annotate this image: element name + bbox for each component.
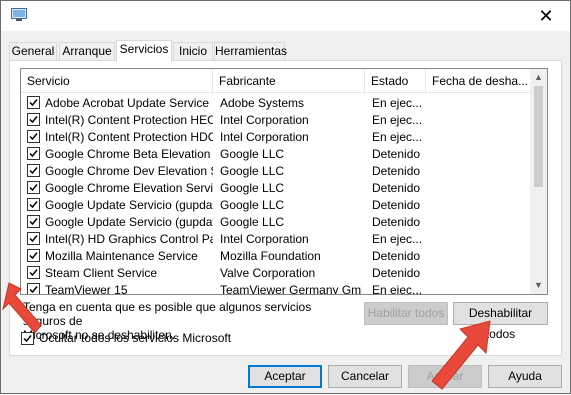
service-status: Detenido [372,215,421,229]
service-row[interactable]: Steam Client Service Valve Corporation Det… [21,265,531,282]
service-status: En ejec... [372,96,423,110]
checkmark-icon [29,235,38,243]
service-status: Detenido [372,198,421,212]
hide-microsoft-services-label: Ocultar todos los servicios Microsoft [39,331,232,345]
checkmark-icon [29,269,38,277]
service-checkbox[interactable] [27,96,40,109]
tab-general[interactable]: General [9,42,57,61]
service-row[interactable]: Mozilla Maintenance Service Mozilla Found… [21,248,531,265]
service-name: Intel(R) HD Graphics Control Pa... [45,232,213,246]
title-bar: ✕ [1,1,570,31]
service-checkbox[interactable] [27,130,40,143]
services-list-header: Servicio Fabricante Estado Fecha de desh… [21,69,531,93]
column-header-servicio[interactable]: Servicio [21,69,213,93]
scroll-down-icon[interactable]: ▼ [530,277,547,294]
service-row[interactable]: Google Update Servicio (gupdatem) Google … [21,214,531,231]
service-name: Intel(R) Content Protection HEC... [45,113,213,127]
tab-herramientas[interactable]: Herramientas [214,42,287,61]
service-manufacturer: TeamViewer Germany GmbH [220,283,362,295]
service-manufacturer: Intel Corporation [220,113,309,127]
service-status: Detenido [372,249,421,263]
service-name: Mozilla Maintenance Service [45,249,198,263]
note-line-1: Tenga en cuenta que es posible que algun… [23,300,312,328]
service-status: En ejec... [372,232,423,246]
services-rows: Adobe Acrobat Update Service Adobe System… [21,95,531,295]
service-row[interactable]: Adobe Acrobat Update Service Adobe System… [21,95,531,112]
service-row[interactable]: Intel(R) Content Protection HDC... Intel … [21,129,531,146]
checkmark-icon [29,99,38,107]
service-row[interactable]: Intel(R) HD Graphics Control Pa... Intel … [21,231,531,248]
column-header-fecha-deshabilitacion[interactable]: Fecha de desha... [426,69,531,93]
service-manufacturer: Valve Corporation [220,266,316,280]
service-manufacturer: Google LLC [220,147,285,161]
service-name: Adobe Acrobat Update Service [45,96,210,110]
service-checkbox[interactable] [27,198,40,211]
service-checkbox[interactable] [27,232,40,245]
checkmark-icon [29,184,38,192]
tab-arranque[interactable]: Arranque [59,42,115,61]
service-status: En ejec... [372,113,423,127]
service-status: Detenido [372,266,421,280]
checkmark-icon [29,116,38,124]
service-checkbox[interactable] [27,249,40,262]
checkmark-icon [29,150,38,158]
service-name: Google Update Servicio (gupdate) [45,198,213,212]
service-status: En ejec... [372,130,423,144]
service-name: Steam Client Service [45,266,158,280]
column-header-estado[interactable]: Estado [365,69,426,93]
checkmark-icon [29,167,38,175]
service-row[interactable]: Google Chrome Beta Elevation S... Google … [21,146,531,163]
service-checkbox[interactable] [27,113,40,126]
service-row[interactable]: TeamViewer 15 TeamViewer Germany GmbH En e… [21,282,531,295]
service-manufacturer: Google LLC [220,164,285,178]
service-row[interactable]: Google Chrome Dev Elevation S... Google L… [21,163,531,180]
checkmark-icon [29,252,38,260]
checkmark-icon [29,133,38,141]
service-row[interactable]: Google Chrome Elevation Service Google LL… [21,180,531,197]
tab-servicios[interactable]: Servicios [116,40,172,62]
service-status: Detenido [372,181,421,195]
scroll-up-icon[interactable]: ▲ [530,69,547,86]
services-list-scrollbar[interactable]: ▲ ▼ [530,69,547,294]
scrollbar-thumb[interactable] [534,86,543,187]
service-name: Google Chrome Beta Elevation S... [45,147,213,161]
accept-button[interactable]: Aceptar [248,365,322,388]
service-name: Intel(R) Content Protection HDC... [45,130,213,144]
service-manufacturer: Google LLC [220,215,285,229]
service-name: Google Chrome Dev Elevation S... [45,164,213,178]
close-icon[interactable]: ✕ [536,6,556,26]
service-row[interactable]: Intel(R) Content Protection HEC... Intel … [21,112,531,129]
service-manufacturer: Google LLC [220,198,285,212]
service-row[interactable]: Google Update Servicio (gupdate) Google L… [21,197,531,214]
service-manufacturer: Google LLC [220,181,285,195]
system-configuration-window: ✕ General Arranque Servicios Inicio Herr… [0,0,571,394]
service-checkbox[interactable] [27,215,40,228]
service-status: Detenido [372,147,421,161]
tab-inicio[interactable]: Inicio [173,42,213,61]
service-checkbox[interactable] [27,164,40,177]
checkmark-icon [29,218,38,226]
service-checkbox[interactable] [27,266,40,279]
service-manufacturer: Intel Corporation [220,232,309,246]
service-name: TeamViewer 15 [45,283,128,295]
column-header-fabricante[interactable]: Fabricante [213,69,365,93]
service-checkbox[interactable] [27,181,40,194]
checkmark-icon [29,201,38,209]
service-checkbox[interactable] [27,147,40,160]
service-name: Google Update Servicio (gupdatem) [45,215,213,229]
service-name: Google Chrome Elevation Service [45,181,213,195]
annotation-arrow-right [431,320,491,390]
service-manufacturer: Intel Corporation [220,130,309,144]
service-status: En ejec... [372,283,423,295]
service-manufacturer: Adobe Systems [220,96,305,110]
annotation-arrow-left [2,282,42,334]
service-manufacturer: Mozilla Foundation [220,249,321,263]
services-list[interactable]: Servicio Fabricante Estado Fecha de desh… [20,68,548,295]
help-button[interactable]: Ayuda [488,365,562,388]
msconfig-app-icon [11,8,27,21]
service-status: Detenido [372,164,421,178]
cancel-button[interactable]: Cancelar [328,365,402,388]
